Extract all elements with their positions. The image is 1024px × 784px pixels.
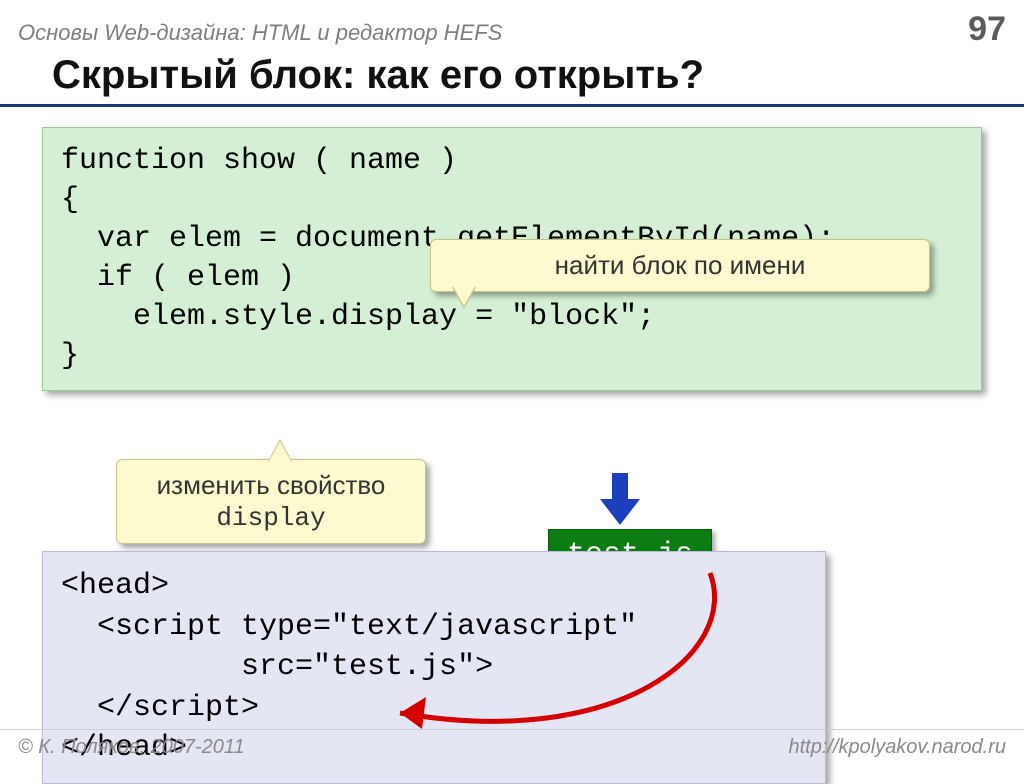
slide-footer: © К. Поляков, 2007-2011 http://kpolyakov… bbox=[0, 729, 1024, 759]
callout-find-block: найти блок по имени bbox=[430, 239, 930, 292]
arrow-down-icon bbox=[600, 473, 640, 527]
callout-line: изменить свойство bbox=[157, 470, 386, 500]
slide-content: function show ( name ) { var elem = docu… bbox=[0, 127, 1024, 784]
callout-tail-icon bbox=[453, 286, 475, 306]
slide-title: Скрытый блок: как его открыть? bbox=[0, 49, 1024, 107]
callout-tail-icon bbox=[269, 441, 291, 461]
footer-url: http://kpolyakov.narod.ru bbox=[788, 736, 1006, 759]
copyright-text: © К. Поляков, 2007-2011 bbox=[18, 736, 245, 759]
callout-line: display bbox=[216, 503, 325, 533]
subject-text: Основы Web-дизайна: HTML и редактор HEFS bbox=[18, 20, 502, 46]
callout-change-display: изменить свойство display bbox=[116, 459, 426, 544]
page-number: 97 bbox=[968, 10, 1006, 49]
slide-header: Основы Web-дизайна: HTML и редактор HEFS… bbox=[0, 0, 1024, 49]
